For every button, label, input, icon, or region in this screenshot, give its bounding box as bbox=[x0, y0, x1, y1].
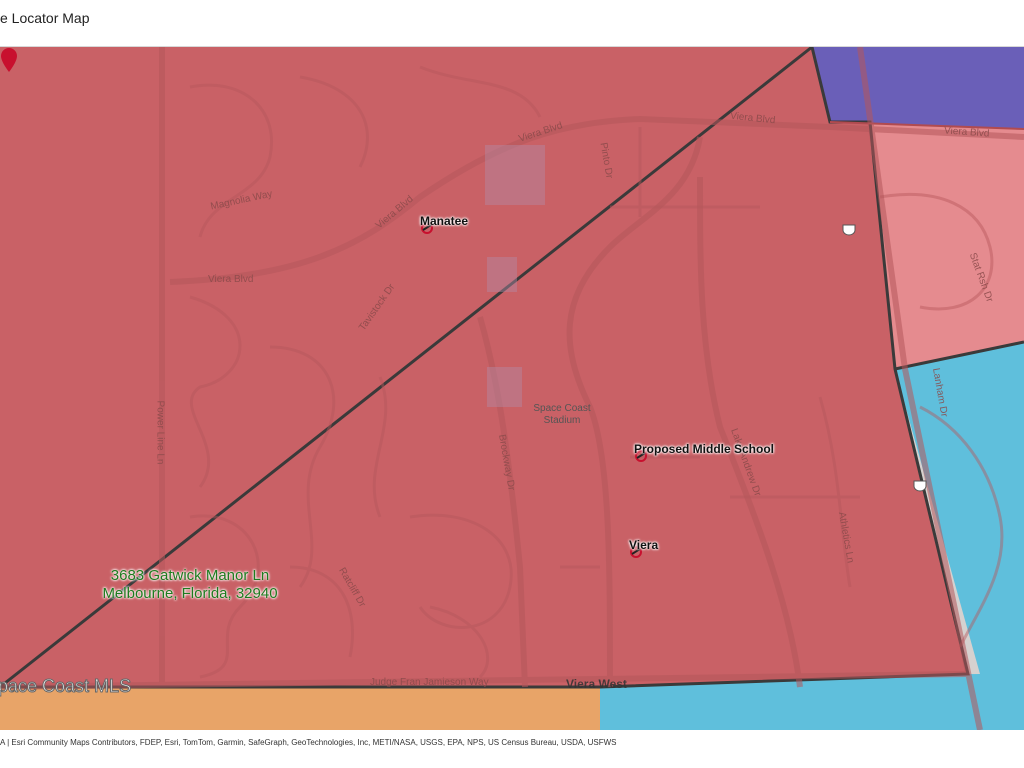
street-label: Viera Blvd bbox=[208, 274, 254, 285]
school-locator-map[interactable]: Viera Blvd Viera Blvd Viera Blvd Viera B… bbox=[0, 47, 1024, 730]
address-label: 3683 Gatwick Manor Ln Melbourne, Florida… bbox=[80, 567, 300, 603]
map-title: e Locator Map bbox=[0, 10, 90, 26]
interstate-shield-icon bbox=[842, 224, 856, 236]
poi-stadium-line1: Space Coast bbox=[533, 403, 591, 414]
address-line2: Melbourne, Florida, 32940 bbox=[102, 585, 278, 602]
school-label: Manatee bbox=[420, 214, 469, 228]
map-canvas[interactable] bbox=[0, 47, 1024, 730]
school-label: Viera bbox=[629, 538, 659, 552]
map-attribution: A | Esri Community Maps Contributors, FD… bbox=[0, 738, 617, 747]
map-header: e Locator Map bbox=[0, 0, 1024, 47]
poi-stadium: Space Coast Stadium bbox=[527, 403, 597, 427]
address-line1: 3683 Gatwick Manor Ln bbox=[110, 567, 270, 584]
parcel-1 bbox=[485, 145, 545, 205]
area-label-viera-west: Viera West bbox=[566, 677, 627, 691]
parcel-2 bbox=[487, 257, 517, 292]
poi-stadium-line2: Stadium bbox=[543, 415, 581, 426]
zone-purple bbox=[812, 47, 1024, 129]
mls-watermark: Space Coast MLS bbox=[0, 676, 132, 697]
parcel-3 bbox=[487, 367, 522, 407]
interstate-shield-icon bbox=[913, 480, 927, 492]
street-label: Power Line Ln bbox=[154, 400, 166, 465]
location-pin-icon[interactable] bbox=[0, 47, 18, 73]
school-label: Proposed Middle School bbox=[634, 442, 775, 456]
street-label: Judge Fran Jamieson Way bbox=[370, 677, 489, 688]
